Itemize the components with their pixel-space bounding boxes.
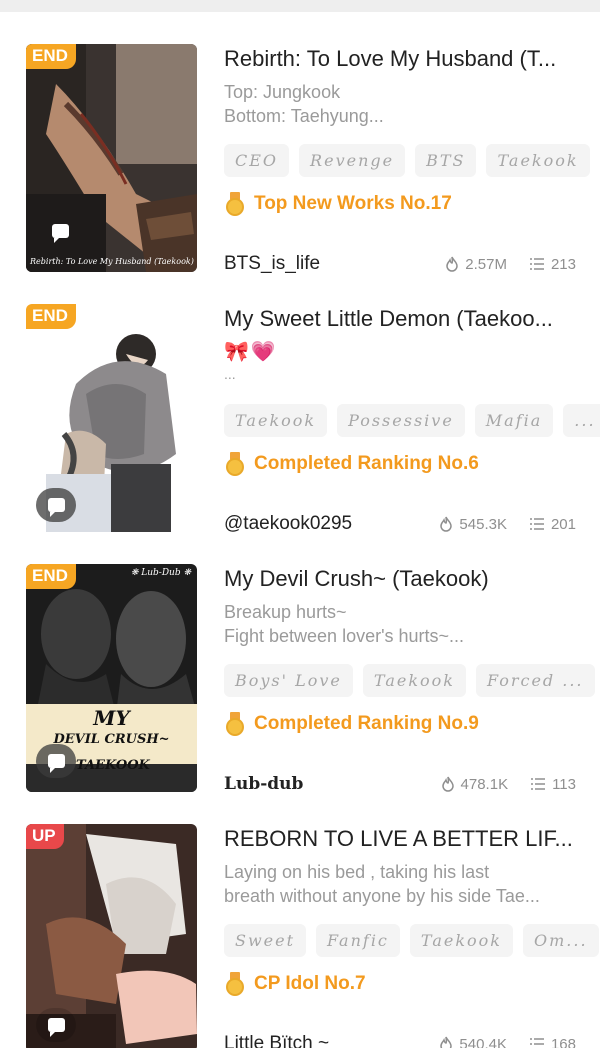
- list-icon: [531, 778, 546, 790]
- author-name[interactable]: Lub-dub: [224, 774, 419, 794]
- tag[interactable]: Boys' Love: [224, 664, 353, 697]
- tag[interactable]: Forced ...: [475, 664, 595, 697]
- rank-row[interactable]: Top New Works No.17: [224, 190, 576, 218]
- book-footer: @taekook0295 545.3K 201: [224, 511, 576, 537]
- chat-bubble-icon[interactable]: [36, 1008, 76, 1042]
- status-badge: UP: [26, 824, 64, 849]
- chapters-stat: 113: [530, 776, 576, 793]
- author-name[interactable]: BTS_is_life: [224, 253, 423, 275]
- status-badge: END: [26, 304, 76, 329]
- tag-list: CEO Revenge BTS Taekook: [224, 144, 590, 178]
- rank-label: Completed Ranking No.6: [254, 453, 479, 474]
- tag-list: Taekook Possessive Mafia ...: [224, 404, 600, 438]
- flame-icon: [441, 776, 454, 792]
- description-text: ...: [224, 366, 236, 382]
- tag-list: Boys' Love Taekook Forced ...: [224, 664, 595, 698]
- reads-count: 478.1K: [460, 775, 509, 793]
- cover-caption: Rebirth: To Love My Husband (Taekook): [30, 257, 194, 266]
- tag[interactable]: Taekook: [486, 144, 590, 177]
- book-card[interactable]: UP REBORN TO LIVE A BETTER LIF... Laying…: [0, 812, 600, 1048]
- book-card[interactable]: END Rebirth: To Love My Husband (Taekook…: [0, 32, 600, 274]
- cover-title: MY: [93, 706, 130, 730]
- tag-list: Sweet Fanfic Taekook Om...: [224, 924, 599, 958]
- chat-bubble-icon[interactable]: [36, 488, 76, 522]
- book-cover[interactable]: END: [26, 304, 197, 532]
- book-description: Top: Jungkook Bottom: Taehyung...: [224, 82, 384, 126]
- author-name[interactable]: @taekook0295: [224, 513, 417, 535]
- book-cover[interactable]: END Rebirth: To Love My Husband (Taekook…: [26, 44, 197, 272]
- reads-count: 2.57M: [465, 255, 507, 273]
- book-footer: Lub-dub 478.1K 113: [224, 771, 576, 797]
- book-info: My Devil Crush~ (Taekook) Breakup hurts~…: [224, 564, 595, 794]
- tag[interactable]: CEO: [224, 144, 290, 177]
- tag[interactable]: BTS: [415, 144, 477, 177]
- cover-foot: TAEKOOK: [76, 758, 150, 773]
- rank-label: Top New Works No.17: [254, 193, 452, 214]
- tag[interactable]: Possessive: [337, 404, 465, 437]
- chapter-count: 168: [550, 1035, 576, 1048]
- tag[interactable]: Taekook: [362, 664, 466, 697]
- chapters-stat: 213: [529, 256, 576, 273]
- book-info: Rebirth: To Love My Husband (T... Top: J…: [224, 44, 590, 274]
- chapters-stat: 201: [529, 516, 576, 533]
- chat-bubble-icon[interactable]: [36, 744, 76, 778]
- book-description: Laying on his bed , taking his last brea…: [224, 862, 540, 906]
- book-description: 🎀💗 ...: [224, 340, 576, 390]
- book-card[interactable]: END My Sweet Little Demon (Taekoo... 🎀💗 …: [0, 292, 600, 534]
- reads-stat: 2.57M: [445, 256, 507, 273]
- rank-label: CP Idol No.7: [254, 973, 366, 994]
- book-title[interactable]: Rebirth: To Love My Husband (T...: [224, 44, 576, 74]
- tag[interactable]: Taekook: [409, 924, 513, 957]
- book-title[interactable]: My Sweet Little Demon (Taekoo...: [224, 304, 576, 334]
- flame-icon: [440, 516, 453, 532]
- reads-stat: 540.4K: [439, 1036, 507, 1048]
- tag[interactable]: Fanfic: [316, 924, 400, 957]
- flame-icon: [440, 1036, 453, 1048]
- book-description: Breakup hurts~ Fight between lover's hur…: [224, 602, 465, 646]
- list-icon: [529, 1038, 544, 1045]
- reads-stat: 545.3K: [439, 516, 507, 533]
- medal-icon: [224, 192, 246, 216]
- tag[interactable]: ...: [563, 404, 600, 437]
- rank-label: Completed Ranking No.9: [254, 713, 479, 734]
- cover-top-text: ❋ Lub-Dub ❋: [130, 568, 191, 578]
- status-badge: END: [26, 44, 76, 69]
- book-footer: BTS_is_life 2.57M 213: [224, 251, 576, 277]
- book-cover[interactable]: UP: [26, 824, 197, 1048]
- chapter-count: 213: [550, 255, 576, 273]
- chapter-count: 201: [550, 515, 576, 533]
- reads-stat: 478.1K: [441, 775, 509, 793]
- flame-icon: [446, 256, 459, 272]
- book-title[interactable]: REBORN TO LIVE A BETTER LIF...: [224, 824, 576, 854]
- medal-icon: [224, 972, 246, 996]
- medal-icon: [224, 452, 246, 476]
- book-info: My Sweet Little Demon (Taekoo... 🎀💗 ... …: [224, 304, 600, 534]
- tag[interactable]: Revenge: [299, 144, 406, 177]
- book-footer: Little Bïtçh ~ 540.4K 168: [224, 1031, 576, 1048]
- medal-icon: [224, 712, 246, 736]
- reads-count: 540.4K: [459, 1035, 507, 1048]
- book-info: REBORN TO LIVE A BETTER LIF... Laying on…: [224, 824, 599, 1048]
- rank-row[interactable]: CP Idol No.7: [224, 970, 576, 998]
- reads-count: 545.3K: [459, 515, 507, 533]
- chat-bubble-icon[interactable]: [40, 214, 80, 248]
- tag[interactable]: Mafia: [474, 404, 554, 437]
- author-name[interactable]: Little Bïtçh ~: [224, 1033, 417, 1048]
- chapters-stat: 168: [529, 1036, 576, 1048]
- tag[interactable]: Om...: [522, 924, 599, 957]
- book-cover[interactable]: END ❋ Lub-Dub ❋ MY DEVIL CRUSH~ TAEKOOK: [26, 564, 197, 792]
- book-card[interactable]: END ❋ Lub-Dub ❋ MY DEVIL CRUSH~ TAEKOOK …: [0, 552, 600, 794]
- rank-row[interactable]: Completed Ranking No.9: [224, 710, 576, 738]
- chapter-count: 113: [552, 775, 576, 793]
- list-icon: [529, 258, 544, 270]
- rank-row[interactable]: Completed Ranking No.6: [224, 450, 576, 478]
- list-icon: [529, 518, 544, 530]
- tag[interactable]: Taekook: [224, 404, 328, 437]
- tag[interactable]: Sweet: [224, 924, 307, 957]
- top-divider: [0, 0, 600, 12]
- book-title[interactable]: My Devil Crush~ (Taekook): [224, 564, 576, 594]
- status-badge: END: [26, 564, 76, 589]
- description-emoji: 🎀💗: [224, 341, 278, 363]
